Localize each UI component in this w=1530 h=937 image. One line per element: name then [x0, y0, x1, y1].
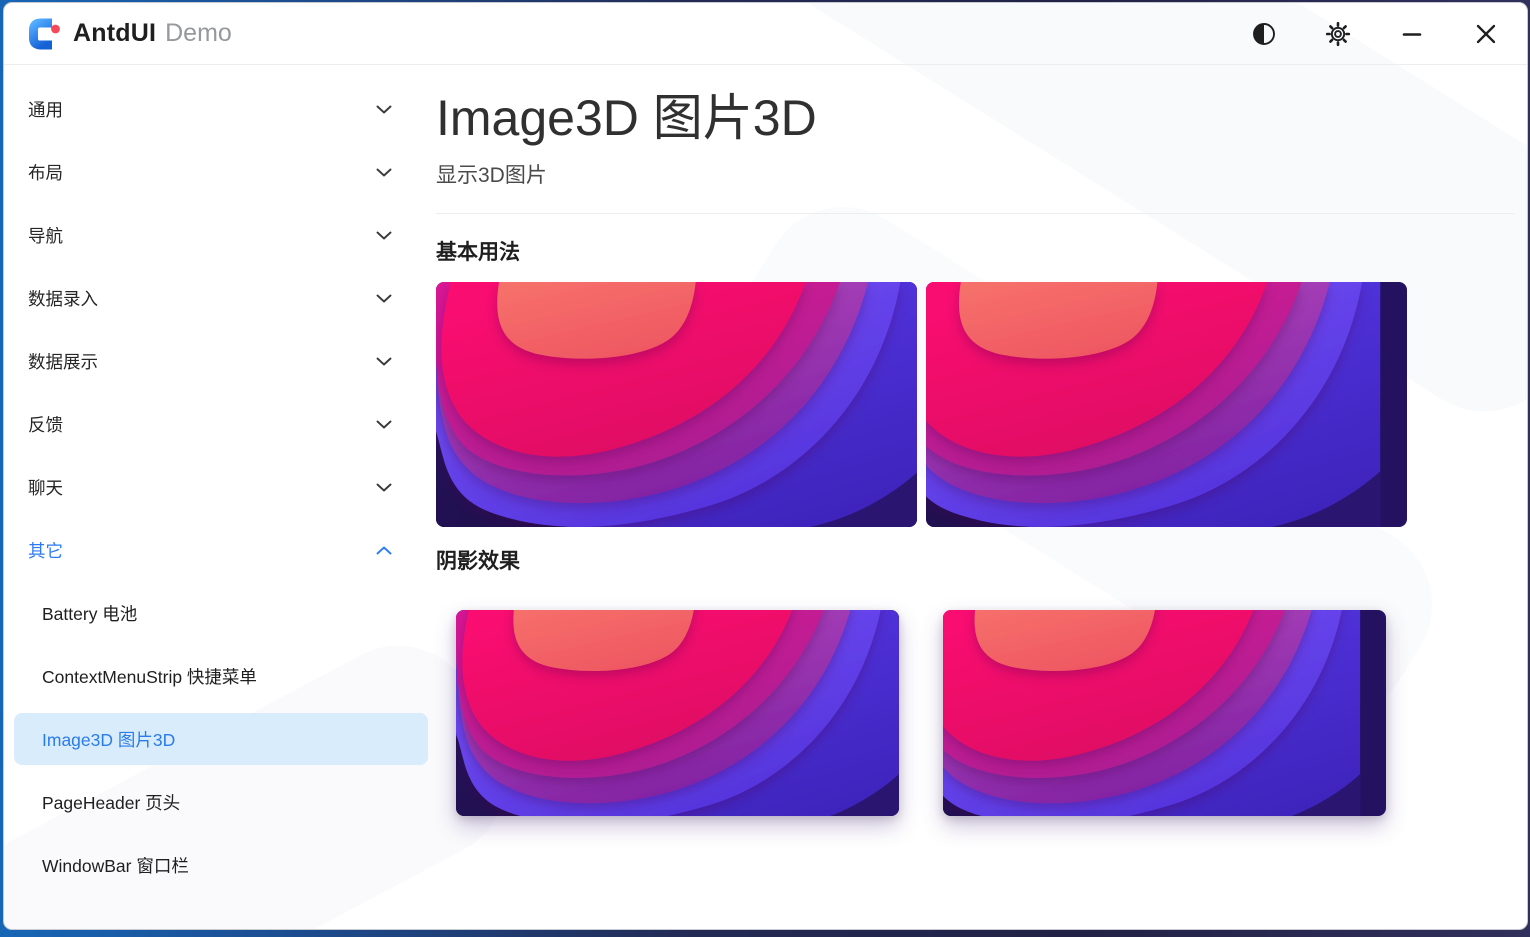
sidebar: 通用 布局 导航 数据录入 数据展示 反馈	[4, 65, 428, 929]
app-window: AntdUI Demo	[3, 2, 1528, 930]
section-title-shadow-effect: 阴影效果	[436, 545, 1514, 575]
theme-icon	[1252, 22, 1276, 46]
antdui-logo-icon	[26, 16, 62, 52]
image3d-preview[interactable]	[926, 282, 1407, 527]
app-title: AntdUI	[73, 19, 156, 48]
settings-button[interactable]	[1315, 11, 1361, 57]
app-title-suffix: Demo	[165, 19, 232, 48]
divider	[436, 213, 1514, 214]
shadow-image-row	[456, 610, 1514, 816]
chevron-down-icon	[376, 294, 392, 303]
chevron-up-icon	[376, 546, 392, 555]
sidebar-group-label: 布局	[28, 160, 63, 185]
sidebar-item-label: Image3D 图片3D	[42, 727, 175, 752]
section-title-basic-usage: 基本用法	[436, 236, 1514, 266]
sidebar-item-label: PageHeader 页头	[42, 790, 180, 815]
sidebar-group-data-entry[interactable]: 数据录入	[4, 267, 428, 330]
image3d-preview-shadow[interactable]	[943, 610, 1386, 816]
chevron-down-icon	[376, 483, 392, 492]
sidebar-item-windowbar[interactable]: WindowBar 窗口栏	[4, 834, 428, 897]
sidebar-item-label: WindowBar 窗口栏	[42, 853, 189, 878]
sidebar-group-data-display[interactable]: 数据展示	[4, 330, 428, 393]
sidebar-group-chat[interactable]: 聊天	[4, 456, 428, 519]
sidebar-item-contextmenustrip[interactable]: ContextMenuStrip 快捷菜单	[4, 645, 428, 708]
theme-toggle-button[interactable]	[1241, 11, 1287, 57]
sidebar-group-other[interactable]: 其它	[4, 519, 428, 582]
close-icon	[1474, 22, 1498, 46]
sidebar-group-layout[interactable]: 布局	[4, 141, 428, 204]
image3d-preview-shadow[interactable]	[456, 610, 899, 816]
minimize-icon	[1401, 23, 1423, 45]
sidebar-group-label: 聊天	[28, 475, 63, 500]
page-subtitle: 显示3D图片	[436, 159, 1514, 189]
page-title: Image3D 图片3D	[436, 90, 1514, 146]
sidebar-group-label: 通用	[28, 97, 63, 122]
sidebar-item-battery[interactable]: Battery 电池	[4, 582, 428, 645]
titlebar: AntdUI Demo	[4, 3, 1527, 65]
sidebar-item-pageheader[interactable]: PageHeader 页头	[4, 771, 428, 834]
sidebar-item-image3d[interactable]: Image3D 图片3D	[14, 713, 428, 765]
image3d-preview[interactable]	[436, 282, 917, 527]
chevron-down-icon	[376, 420, 392, 429]
chevron-down-icon	[376, 231, 392, 240]
sidebar-group-navigation[interactable]: 导航	[4, 204, 428, 267]
sidebar-group-label: 导航	[28, 223, 63, 248]
sidebar-group-label: 数据录入	[28, 286, 98, 311]
sidebar-item-label: ContextMenuStrip 快捷菜单	[42, 664, 257, 689]
minimize-button[interactable]	[1389, 11, 1435, 57]
sidebar-group-feedback[interactable]: 反馈	[4, 393, 428, 456]
close-button[interactable]	[1463, 11, 1509, 57]
sidebar-group-general[interactable]: 通用	[4, 78, 428, 141]
sidebar-group-label: 反馈	[28, 412, 63, 437]
basic-image-row	[436, 282, 1514, 527]
chevron-down-icon	[376, 357, 392, 366]
chevron-down-icon	[376, 168, 392, 177]
sidebar-item-label: Battery 电池	[42, 601, 137, 626]
settings-icon	[1325, 21, 1351, 47]
chevron-down-icon	[376, 105, 392, 114]
sidebar-group-label: 数据展示	[28, 349, 98, 374]
sidebar-group-label: 其它	[28, 538, 63, 563]
main-content: Image3D 图片3D 显示3D图片 基本用法 阴影效果	[428, 65, 1527, 929]
